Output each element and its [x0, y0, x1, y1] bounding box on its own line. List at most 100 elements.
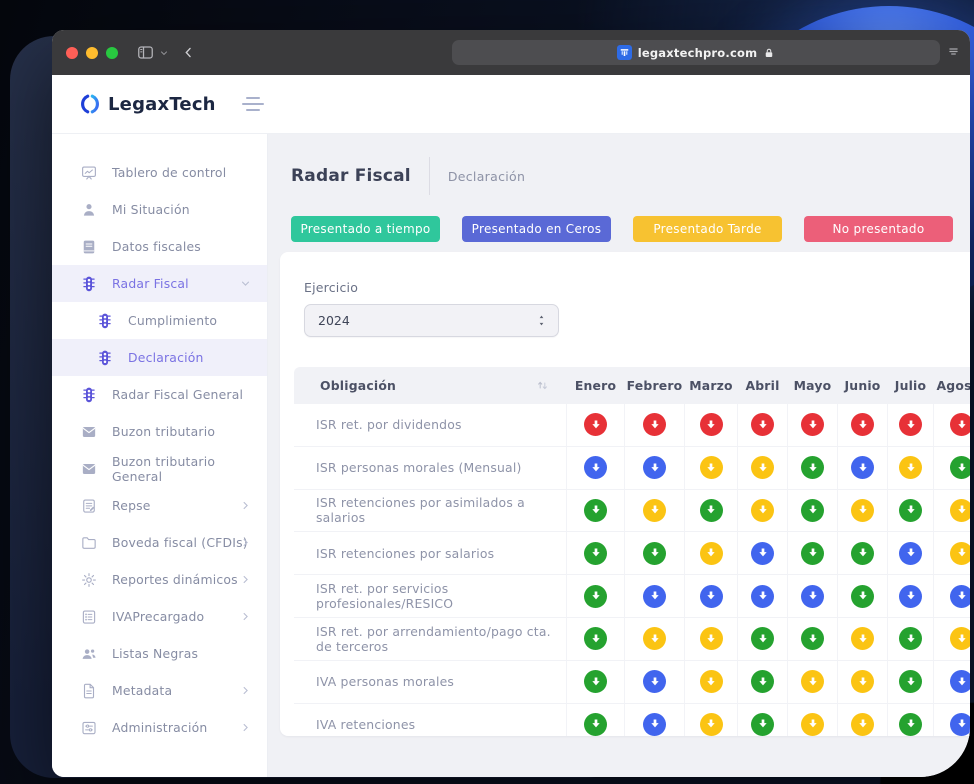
status-zeros-download-icon[interactable] — [751, 585, 774, 608]
sidebar-item-radar-fiscal[interactable]: Radar Fiscal — [52, 265, 267, 302]
status-ontime-download-icon[interactable] — [584, 713, 607, 736]
status-late-download-icon[interactable] — [950, 627, 970, 650]
status-ontime-download-icon[interactable] — [584, 499, 607, 522]
status-zeros-download-icon[interactable] — [899, 585, 922, 608]
status-ontime-download-icon[interactable] — [801, 627, 824, 650]
status-ontime-download-icon[interactable] — [899, 713, 922, 736]
status-none-download-icon[interactable] — [643, 413, 666, 436]
status-late-download-icon[interactable] — [643, 499, 666, 522]
sort-icon[interactable] — [535, 378, 550, 393]
status-late-download-icon[interactable] — [950, 499, 970, 522]
status-ontime-download-icon[interactable] — [643, 542, 666, 565]
legend-chip-presentado-a-tiempo[interactable]: Presentado a tiempo — [291, 216, 440, 242]
chevron-down-icon[interactable] — [159, 48, 169, 58]
status-zeros-download-icon[interactable] — [950, 713, 970, 736]
app-logo[interactable]: LegaxTech — [78, 92, 216, 116]
fullscreen-window-button[interactable] — [106, 47, 118, 59]
status-zeros-download-icon[interactable] — [643, 456, 666, 479]
status-zeros-download-icon[interactable] — [643, 670, 666, 693]
status-ontime-download-icon[interactable] — [801, 456, 824, 479]
status-late-download-icon[interactable] — [751, 456, 774, 479]
status-ontime-download-icon[interactable] — [700, 499, 723, 522]
status-zeros-download-icon[interactable] — [700, 585, 723, 608]
status-late-download-icon[interactable] — [700, 670, 723, 693]
status-late-download-icon[interactable] — [700, 542, 723, 565]
sidebar-item-tablero-de-control[interactable]: Tablero de control — [52, 154, 267, 191]
status-zeros-download-icon[interactable] — [950, 585, 970, 608]
sidebar-item-radar-fiscal-general[interactable]: Radar Fiscal General — [52, 376, 267, 413]
status-ontime-download-icon[interactable] — [801, 542, 824, 565]
status-late-download-icon[interactable] — [851, 713, 874, 736]
status-ontime-download-icon[interactable] — [801, 499, 824, 522]
sidebar-item-repse[interactable]: Repse — [52, 487, 267, 524]
sidebar-item-buzon-tributario[interactable]: Buzon tributario — [52, 413, 267, 450]
sidebar-item-metadata[interactable]: Metadata — [52, 672, 267, 709]
status-late-download-icon[interactable] — [700, 713, 723, 736]
sidebar-item-cumplimiento[interactable]: Cumplimiento — [52, 302, 267, 339]
status-zeros-download-icon[interactable] — [751, 542, 774, 565]
minimize-window-button[interactable] — [86, 47, 98, 59]
status-late-download-icon[interactable] — [899, 456, 922, 479]
status-zeros-download-icon[interactable] — [643, 713, 666, 736]
status-zeros-download-icon[interactable] — [584, 456, 607, 479]
status-ontime-download-icon[interactable] — [899, 627, 922, 650]
status-none-download-icon[interactable] — [700, 413, 723, 436]
tab-overview-icon[interactable] — [945, 43, 962, 64]
status-late-download-icon[interactable] — [851, 670, 874, 693]
status-ontime-download-icon[interactable] — [851, 542, 874, 565]
sidebar-item-boveda-fiscal-cfdis[interactable]: Boveda fiscal (CFDIs) — [52, 524, 267, 561]
sidebar-item-reportes-dinamicos[interactable]: Reportes dinámicos — [52, 561, 267, 598]
legend-chip-no-presentado[interactable]: No presentado — [804, 216, 953, 242]
back-button-icon[interactable] — [181, 45, 196, 60]
status-ontime-download-icon[interactable] — [584, 585, 607, 608]
status-legend: Presentado a tiempo Presentado en Ceros Pr… — [291, 216, 970, 242]
sidebar-item-mi-situacion[interactable]: Mi Situación — [52, 191, 267, 228]
menu-toggle-icon[interactable] — [242, 97, 264, 111]
status-late-download-icon[interactable] — [751, 499, 774, 522]
status-late-download-icon[interactable] — [950, 542, 970, 565]
status-ontime-download-icon[interactable] — [584, 670, 607, 693]
status-late-download-icon[interactable] — [801, 670, 824, 693]
status-ontime-download-icon[interactable] — [950, 456, 970, 479]
status-zeros-download-icon[interactable] — [851, 456, 874, 479]
status-none-download-icon[interactable] — [851, 413, 874, 436]
status-late-download-icon[interactable] — [700, 456, 723, 479]
sidebar-item-datos-fiscales[interactable]: Datos fiscales — [52, 228, 267, 265]
status-zeros-download-icon[interactable] — [643, 585, 666, 608]
column-header-enero: Enero — [566, 367, 624, 404]
status-none-download-icon[interactable] — [751, 413, 774, 436]
status-zeros-download-icon[interactable] — [950, 670, 970, 693]
sidebar-toggle-icon[interactable] — [136, 43, 155, 62]
status-ontime-download-icon[interactable] — [899, 670, 922, 693]
status-ontime-download-icon[interactable] — [751, 670, 774, 693]
sidebar-item-declaracion[interactable]: Declaración — [52, 339, 267, 376]
sidebar-item-ivaprecargado[interactable]: IVAPrecargado — [52, 598, 267, 635]
status-none-download-icon[interactable] — [584, 413, 607, 436]
sidebar-item-listas-negras[interactable]: Listas Negras — [52, 635, 267, 672]
status-late-download-icon[interactable] — [801, 713, 824, 736]
legend-chip-presentado-tarde[interactable]: Presentado Tarde — [633, 216, 782, 242]
status-ontime-download-icon[interactable] — [899, 499, 922, 522]
url-bar[interactable]: legaxtechpro.com — [452, 40, 940, 65]
status-zeros-download-icon[interactable] — [801, 585, 824, 608]
close-window-button[interactable] — [66, 47, 78, 59]
column-header-obligacion[interactable]: Obligación — [294, 367, 566, 404]
table-row: ISR retenciones por salarios — [294, 531, 970, 574]
status-zeros-download-icon[interactable] — [899, 542, 922, 565]
status-ontime-download-icon[interactable] — [751, 627, 774, 650]
sidebar-item-buzon-tributario-general[interactable]: Buzon tributario General — [52, 450, 267, 487]
status-ontime-download-icon[interactable] — [751, 713, 774, 736]
status-ontime-download-icon[interactable] — [851, 585, 874, 608]
status-none-download-icon[interactable] — [950, 413, 970, 436]
legend-chip-presentado-en-ceros[interactable]: Presentado en Ceros — [462, 216, 611, 242]
status-none-download-icon[interactable] — [801, 413, 824, 436]
status-late-download-icon[interactable] — [851, 499, 874, 522]
status-late-download-icon[interactable] — [851, 627, 874, 650]
status-ontime-download-icon[interactable] — [584, 627, 607, 650]
status-late-download-icon[interactable] — [700, 627, 723, 650]
status-none-download-icon[interactable] — [899, 413, 922, 436]
status-late-download-icon[interactable] — [643, 627, 666, 650]
exercise-select[interactable]: 2024 — [304, 304, 559, 337]
sidebar-item-administracion[interactable]: Administración — [52, 709, 267, 746]
status-ontime-download-icon[interactable] — [584, 542, 607, 565]
